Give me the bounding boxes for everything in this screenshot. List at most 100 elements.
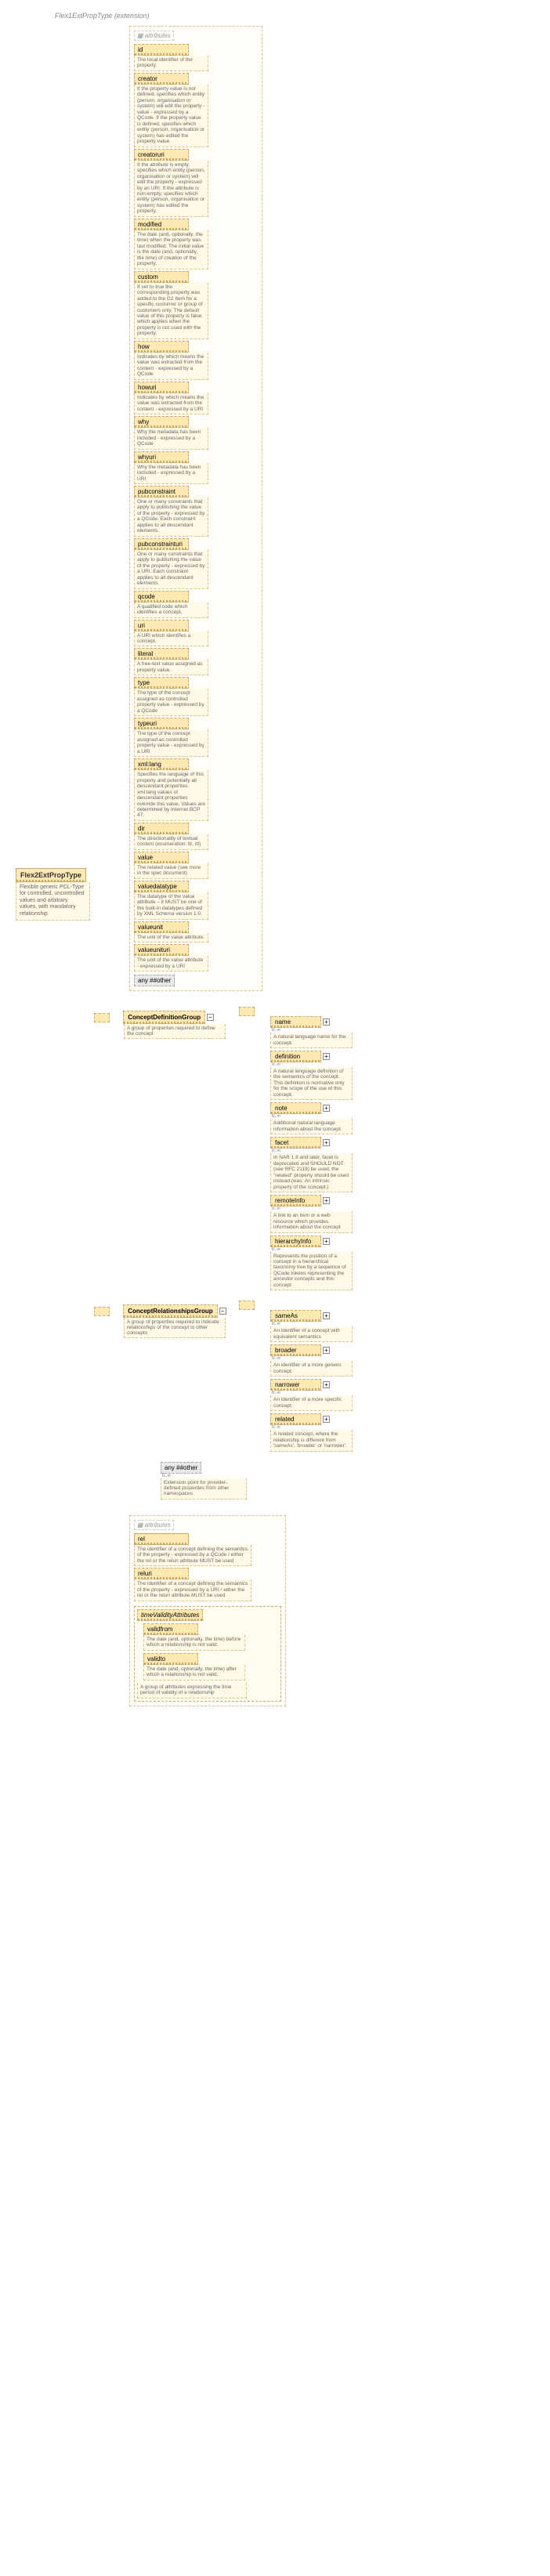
expand-icon[interactable]: + — [323, 1139, 330, 1146]
expand-icon[interactable]: + — [323, 1416, 330, 1423]
attr-xml-lang: xml:lang — [134, 758, 189, 770]
attr-doc: The date (and, optionally, the time) bef… — [143, 1635, 245, 1651]
concept-relationships-subtree: ConceptRelationshipsGroup− A group of pr… — [94, 1301, 542, 1453]
concept-definition-doc: A group of properties required to define… — [124, 1024, 226, 1039]
attr-pubconstraint: pubconstraint — [134, 486, 189, 497]
element-doc: An identifier of a more generic concept. — [270, 1361, 353, 1377]
expand-icon[interactable]: + — [323, 1197, 330, 1204]
element-doc: A link to an item or a web resource whic… — [270, 1211, 353, 1232]
element-definition: definition — [270, 1051, 321, 1062]
child-item: narrower+0..∞An identifier of a more spe… — [270, 1379, 353, 1411]
attr-item: dirThe directionality of textual content… — [134, 823, 258, 850]
attr-item: valuedatatypeThe datatype of the value a… — [134, 881, 258, 920]
element-doc: A related concept, where the relationshi… — [270, 1430, 353, 1451]
element-remoteInfo: remoteInfo — [270, 1195, 321, 1207]
attr-item: valueunituriThe unit of the value attrib… — [134, 944, 258, 971]
any-other-attr: any ##other — [134, 975, 258, 986]
attr-valuedatatype: valuedatatype — [134, 881, 189, 892]
attr-doc: The type of the concept assigned as cont… — [134, 729, 208, 757]
attr-item: valueThe related value (see more in the … — [134, 852, 258, 879]
element-name: name — [270, 1016, 321, 1028]
child-item: validfromThe date (and, optionally, the … — [143, 1623, 278, 1651]
attr-literal: literal — [134, 648, 189, 660]
time-validity-doc: A group of attributes expressing the tim… — [137, 1683, 247, 1699]
rel-children: sameAs+0..∞An identifier of a concept wi… — [270, 1310, 353, 1451]
attr-item: howIndicates by which means the value wa… — [134, 341, 258, 380]
attr-item: reluriThe identifier of a concept defini… — [134, 1568, 281, 1601]
attr-item: modifiedThe date (and, optionally, the t… — [134, 219, 258, 270]
attr-doc: The date (and, optionally, the time) aft… — [143, 1665, 245, 1681]
expand-icon[interactable]: + — [323, 1381, 330, 1388]
concept-definition-subtree: ConceptDefinitionGroup− A group of prope… — [94, 1007, 542, 1293]
element-doc: An identifier of a concept with equivale… — [270, 1326, 353, 1342]
extension-doc: Extension point for provider-defined pro… — [161, 1478, 247, 1500]
root-type-doc: Flexible generic PCL-Type for controlled… — [16, 882, 90, 921]
expand-icon[interactable]: + — [323, 1105, 330, 1112]
attr-valueunit: valueunit — [134, 921, 189, 933]
left-column: Flex2ExtPropType Flexible generic PCL-Ty… — [16, 26, 94, 1706]
attr-item: customIf set to true the corresponding p… — [134, 271, 258, 339]
extension-label: Flex1ExtPropType (extension) — [16, 12, 542, 20]
attr-item: whyWhy the metadata has been included - … — [134, 416, 258, 449]
expand-icon[interactable]: − — [207, 1014, 214, 1021]
attr-dir: dir — [134, 823, 189, 834]
any-other-element: any ##other — [161, 1462, 201, 1474]
expand-icon[interactable]: + — [323, 1312, 330, 1319]
attr-doc: The identifier of a concept defining the… — [134, 1545, 251, 1566]
attr-how: how — [134, 341, 189, 353]
attr-id: id — [134, 44, 189, 56]
diagram-root: Flex1ExtPropType (extension) Flex2ExtPro… — [8, 8, 542, 1706]
attr-typeuri: typeuri — [134, 718, 189, 729]
attr-doc: The identifier of a concept defining the… — [134, 1579, 251, 1601]
expand-icon[interactable]: + — [323, 1053, 330, 1060]
attr-doc: One or many constraints that apply to pu… — [134, 497, 208, 537]
attr-howuri: howuri — [134, 382, 189, 393]
sequence-icon — [239, 1301, 255, 1310]
element-doc: An identifier of a more specific concept… — [270, 1395, 353, 1411]
attr-pubconstrainturi: pubconstrainturi — [134, 538, 189, 550]
child-item: name+0..∞A natural language name for the… — [270, 1016, 353, 1048]
attr-doc: A qualified code which identifies a conc… — [134, 602, 208, 618]
extension-point: any ##other 0..∞ Extension point for pro… — [161, 1462, 542, 1500]
element-narrower: narrower — [270, 1379, 321, 1391]
attr-validto: validto — [143, 1653, 198, 1665]
sequence-icon — [94, 1307, 110, 1316]
child-item: broader+0..∞An identifier of a more gene… — [270, 1344, 353, 1377]
sequence-icon — [239, 1007, 255, 1016]
attr-doc: The local identifier of the property. — [134, 56, 208, 71]
root-type-name: Flex2ExtPropType — [16, 868, 86, 882]
attr-doc: If set to true the corresponding propert… — [134, 283, 208, 339]
attr-doc: The directionality of textual content (e… — [134, 834, 208, 850]
attr-validfrom: validfrom — [143, 1623, 198, 1635]
attr-uri: uri — [134, 620, 189, 631]
attr-custom: custom — [134, 271, 189, 283]
attr-modified: modified — [134, 219, 189, 230]
attr-rel: rel — [134, 1533, 189, 1545]
attr-whyuri: whyuri — [134, 451, 189, 463]
attr-item: whyuriWhy the metadata has been included… — [134, 451, 258, 484]
expand-icon[interactable]: − — [219, 1308, 226, 1315]
element-doc: Represents the position of a concept in … — [270, 1252, 353, 1291]
element-sameAs: sameAs — [270, 1310, 321, 1322]
child-item: remoteInfo+0..∞A link to an item or a we… — [270, 1195, 353, 1232]
attr-item: creatoruriIf the attribute is empty, spe… — [134, 149, 258, 217]
any-other-box: any ##other — [134, 975, 175, 986]
attr-reluri: reluri — [134, 1568, 189, 1579]
attr-creator: creator — [134, 73, 189, 85]
concept-definition-group: ConceptDefinitionGroup — [123, 1011, 205, 1024]
expand-icon[interactable]: + — [323, 1238, 330, 1245]
child-item: note+0..∞Additional natural language inf… — [270, 1102, 353, 1134]
attr-item: typeThe type of the concept assigned as … — [134, 677, 258, 716]
element-doc: Additional natural language information … — [270, 1119, 353, 1134]
expand-icon[interactable]: + — [323, 1018, 330, 1026]
attr-doc: The datatype of the value attribute – it… — [134, 892, 208, 920]
expand-icon[interactable]: + — [323, 1347, 330, 1354]
attr-item: typeuriThe type of the concept assigned … — [134, 718, 258, 757]
attr-doc: Why the metadata has been included - exp… — [134, 428, 208, 449]
attr-item: uriA URI which identifies a concept. — [134, 620, 258, 647]
root-type: Flex2ExtPropType Flexible generic PCL-Ty… — [16, 868, 90, 921]
attr-doc: Indicates by which means the value was e… — [134, 393, 208, 414]
child-item: definition+0..∞A natural language defini… — [270, 1051, 353, 1100]
child-item: validtoThe date (and, optionally, the ti… — [143, 1653, 278, 1681]
attr-doc: The unit of the value attribute. — [134, 933, 208, 942]
